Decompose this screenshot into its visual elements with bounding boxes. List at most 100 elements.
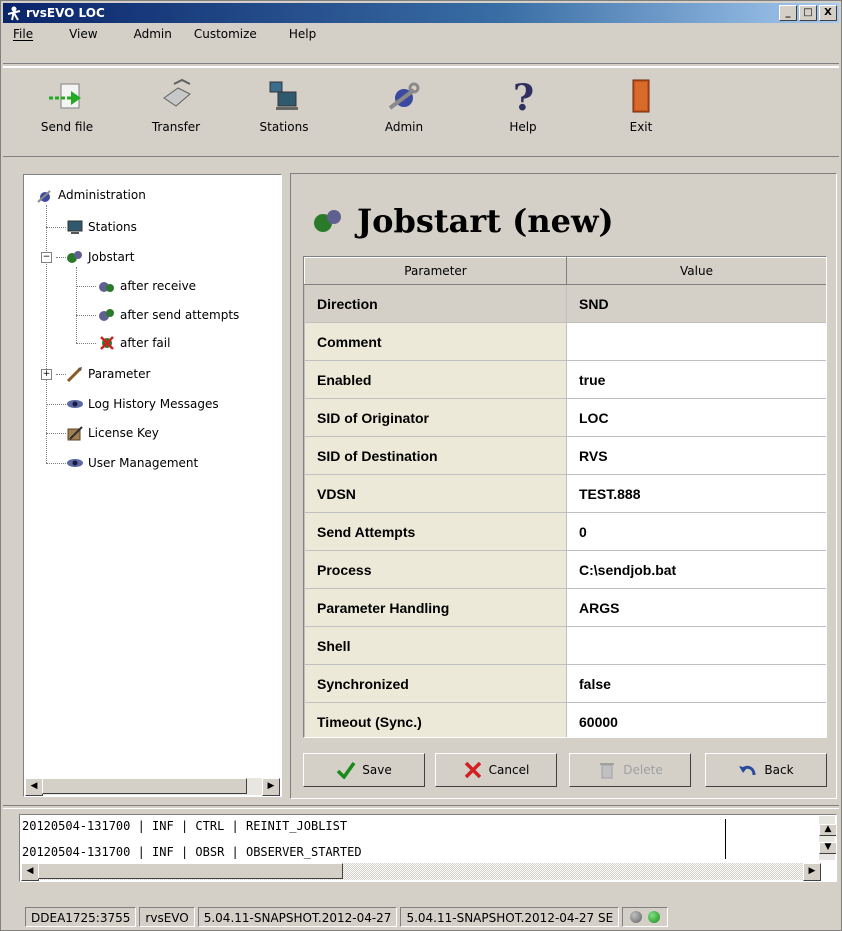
jobstart-collapse-toggle[interactable]: − <box>41 252 52 263</box>
value-cell[interactable]: 0 <box>566 512 826 551</box>
admin-button[interactable]: Admin <box>359 74 449 134</box>
table-row[interactable]: Synchronized false <box>304 664 826 703</box>
help-button[interactable]: ? Help <box>478 74 568 134</box>
table-row[interactable]: Direction SND <box>304 284 826 323</box>
maximize-button[interactable]: □ <box>799 5 817 21</box>
menu-admin[interactable]: Admin <box>124 27 184 41</box>
tree-label-log-history: Log History Messages <box>88 397 219 411</box>
cancel-label: Cancel <box>488 763 530 777</box>
admin-tree[interactable]: − + Administration Stations Jobstart aft… <box>23 174 282 797</box>
table-row[interactable]: SID of Originator LOC <box>304 398 826 437</box>
stations-button[interactable]: Stations <box>239 74 329 134</box>
tree-line <box>76 267 77 343</box>
value-cell[interactable]: true <box>566 360 826 399</box>
transfer-icon <box>163 78 191 107</box>
tree-item-parameter[interactable]: Parameter <box>66 364 150 384</box>
tree-label-after-receive: after receive <box>120 279 197 293</box>
tree-line <box>46 463 66 464</box>
tree-line <box>46 404 66 405</box>
tree-item-after-send-attempts[interactable]: after send attempts <box>98 305 239 325</box>
send-file-button[interactable]: Send file <box>22 74 112 134</box>
tree-item-stations[interactable]: Stations <box>66 217 137 237</box>
log-scroll-thumb[interactable] <box>38 863 343 879</box>
table-row[interactable]: Shell <box>304 626 826 665</box>
parameter-cell[interactable]: Synchronized <box>304 664 567 703</box>
table-row[interactable]: VDSN TEST.888 <box>304 474 826 513</box>
value-cell[interactable] <box>566 626 826 665</box>
menu-help[interactable]: Help <box>279 27 328 41</box>
table-row[interactable]: Process C:\sendjob.bat <box>304 550 826 589</box>
parameter-cell[interactable]: Process <box>304 550 567 589</box>
tree-item-log-history[interactable]: Log History Messages <box>66 394 219 414</box>
tree-item-license-key[interactable]: License Key <box>66 423 159 443</box>
value-cell[interactable]: C:\sendjob.bat <box>566 550 826 589</box>
parameter-icon <box>66 367 82 382</box>
parameter-cell[interactable]: Send Attempts <box>304 512 567 551</box>
tree-line <box>76 343 96 344</box>
status-host: DDEA1725:3755 <box>25 907 137 927</box>
title-bar[interactable]: rvsEVO LOC _ □ X <box>3 3 839 23</box>
log-scroll-right-button[interactable]: ▶ <box>803 863 821 881</box>
value-cell[interactable]: LOC <box>566 398 826 437</box>
table-row[interactable]: Timeout (Sync.) 60000 <box>304 702 826 737</box>
table-row[interactable]: Parameter Handling ARGS <box>304 588 826 627</box>
cancel-button[interactable]: Cancel <box>435 753 557 787</box>
log-view[interactable]: 20120504-131700 | INF | CTRL | REINIT_JO… <box>19 814 837 882</box>
table-row[interactable]: Comment <box>304 322 826 361</box>
tree-label-user-management: User Management <box>88 456 199 470</box>
parameter-cell[interactable]: Parameter Handling <box>304 588 567 627</box>
tree-item-user-management[interactable]: User Management <box>66 453 198 473</box>
parameter-table[interactable]: Parameter Value Direction SND Comment Enabl… <box>303 256 827 738</box>
log-horizontal-scrollbar[interactable]: ◀ ▶ <box>21 863 821 881</box>
parameter-cell[interactable]: Enabled <box>304 360 567 399</box>
log-scroll-left-button[interactable]: ◀ <box>21 863 39 881</box>
close-button[interactable]: X <box>819 5 837 21</box>
menu-view[interactable]: View <box>59 27 109 41</box>
table-row[interactable]: SID of Destination RVS <box>304 436 826 475</box>
log-scroll-down-button[interactable]: ▼ <box>819 842 836 854</box>
window-title: rvsEVO LOC <box>26 6 105 20</box>
parameter-cell[interactable]: Shell <box>304 626 567 665</box>
app-logo-icon <box>7 6 21 21</box>
status-version-1: 5.04.11-SNAPSHOT.2012-04-27 <box>197 907 398 927</box>
parameter-cell[interactable]: Comment <box>304 322 567 361</box>
delete-button[interactable]: Delete <box>569 753 691 787</box>
back-button[interactable]: Back <box>705 753 827 787</box>
menu-file[interactable]: File <box>3 27 45 41</box>
minimize-button[interactable]: _ <box>779 5 797 21</box>
save-button[interactable]: Save <box>303 753 425 787</box>
value-cell[interactable] <box>566 322 826 361</box>
tree-horizontal-scrollbar[interactable]: ◀ ▶ <box>25 778 280 796</box>
parameter-cell[interactable]: Timeout (Sync.) <box>304 702 567 737</box>
value-cell[interactable]: 60000 <box>566 702 826 737</box>
value-cell[interactable]: RVS <box>566 436 826 475</box>
parameter-cell[interactable]: VDSN <box>304 474 567 513</box>
parameter-cell[interactable]: Direction <box>304 284 567 323</box>
value-cell[interactable]: ARGS <box>566 588 826 627</box>
transfer-button[interactable]: Transfer <box>131 74 221 134</box>
value-cell[interactable]: SND <box>566 284 826 323</box>
tree-item-administration[interactable]: Administration <box>36 185 146 205</box>
scroll-left-button[interactable]: ◀ <box>25 778 43 796</box>
log-vertical-scrollbar[interactable]: ▲ ▼ <box>819 816 836 860</box>
parameter-cell[interactable]: SID of Destination <box>304 436 567 475</box>
table-row[interactable]: Enabled true <box>304 360 826 399</box>
tree-item-jobstart[interactable]: Jobstart <box>66 247 134 267</box>
log-scroll-up-button[interactable]: ▲ <box>819 824 836 836</box>
column-header-parameter[interactable]: Parameter <box>304 257 567 285</box>
value-cell[interactable]: false <box>566 664 826 703</box>
stations-label: Stations <box>259 120 309 134</box>
parameter-expand-toggle[interactable]: + <box>41 369 52 380</box>
scroll-right-button[interactable]: ▶ <box>262 778 280 796</box>
after-receive-icon <box>99 282 114 292</box>
tree-item-after-receive[interactable]: after receive <box>98 276 196 296</box>
table-row[interactable]: Send Attempts 0 <box>304 512 826 551</box>
value-cell[interactable]: TEST.888 <box>566 474 826 513</box>
scroll-thumb[interactable] <box>42 778 247 794</box>
log-line: 20120504-131700 | INF | CTRL | REINIT_JO… <box>22 819 348 833</box>
column-header-value[interactable]: Value <box>566 257 826 285</box>
exit-button[interactable]: Exit <box>596 74 686 134</box>
tree-item-after-fail[interactable]: after fail <box>98 333 170 353</box>
parameter-cell[interactable]: SID of Originator <box>304 398 567 437</box>
menu-customize[interactable]: Customize <box>184 27 269 41</box>
